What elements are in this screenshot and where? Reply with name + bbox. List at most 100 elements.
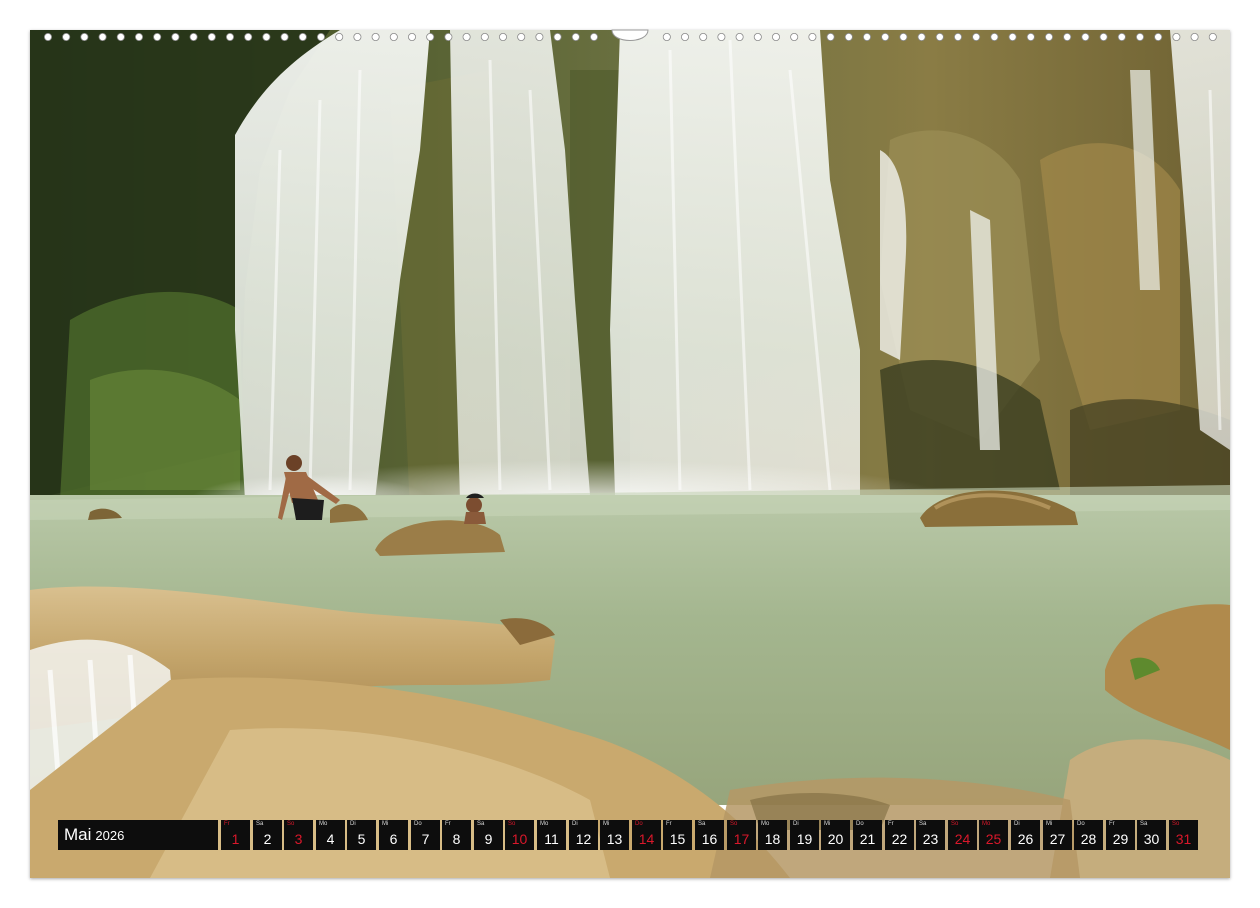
day-cell: Fr 1 <box>221 820 250 850</box>
binding-hole <box>735 33 744 42</box>
weekday-label: Di <box>1014 821 1020 827</box>
binding-hole <box>153 33 162 42</box>
waterfall-photo <box>30 30 1230 878</box>
day-number: 14 <box>638 831 655 847</box>
day-number: 29 <box>1112 831 1129 847</box>
binding-hole <box>280 33 289 42</box>
day-number: 19 <box>796 831 813 847</box>
weekday-label: Mo <box>982 821 991 827</box>
day-cell: Mo 25 <box>979 820 1008 850</box>
weekday-label: Fr <box>1109 821 1115 827</box>
binding-hole <box>571 33 580 42</box>
binding-hole <box>1045 33 1054 42</box>
day-number: 10 <box>511 831 528 847</box>
day-cell: Mo 18 <box>758 820 787 850</box>
binding-hole <box>772 33 781 42</box>
weekday-label: So <box>730 821 738 827</box>
binding-hole <box>863 33 872 42</box>
weekday-label: Mi <box>824 821 831 827</box>
binding-hole <box>972 33 981 42</box>
weekday-label: Do <box>414 821 422 827</box>
binding-hole <box>844 33 853 42</box>
binding-hole <box>426 33 435 42</box>
weekday-label: Sa <box>256 821 264 827</box>
binding-hole <box>1117 33 1126 42</box>
day-cell: Di 26 <box>1011 820 1040 850</box>
binding-hole <box>62 33 71 42</box>
binding-hole <box>371 33 380 42</box>
day-cell: Do 28 <box>1074 820 1103 850</box>
binding-hole <box>1190 33 1199 42</box>
binding-hole <box>335 33 344 42</box>
binding-hole <box>189 33 198 42</box>
binding-hole <box>717 33 726 42</box>
day-cell: Mi 13 <box>600 820 629 850</box>
binding-hole <box>80 33 89 42</box>
weekday-label: Sa <box>698 821 706 827</box>
binding-hole <box>935 33 944 42</box>
weekday-label: Fr <box>888 821 894 827</box>
binding-hole <box>498 33 507 42</box>
month-label: Mai 2026 <box>58 820 218 850</box>
weekday-label: Fr <box>224 821 230 827</box>
weekday-label: Mi <box>603 821 610 827</box>
day-number: 1 <box>231 831 240 847</box>
binding-hole <box>225 33 234 42</box>
binding-hole <box>681 33 690 42</box>
hanger-notch <box>611 29 649 41</box>
weekday-label: Di <box>572 821 578 827</box>
weekday-label: So <box>508 821 516 827</box>
day-number: 15 <box>669 831 686 847</box>
binding-hole <box>1172 33 1181 42</box>
binding-hole <box>553 33 562 42</box>
weekday-label: Sa <box>1140 821 1148 827</box>
binding-hole <box>316 33 325 42</box>
day-cell: Mi 20 <box>821 820 850 850</box>
binding-hole <box>1081 33 1090 42</box>
day-cell: Di 19 <box>790 820 819 850</box>
day-number: 2 <box>263 831 272 847</box>
day-cell: Sa 23 <box>916 820 945 850</box>
month-year: 2026 <box>95 828 125 843</box>
day-number: 13 <box>606 831 623 847</box>
day-number: 26 <box>1017 831 1034 847</box>
day-number: 3 <box>294 831 303 847</box>
day-number: 7 <box>421 831 430 847</box>
day-cell: Do 14 <box>632 820 661 850</box>
day-cell: Mo 11 <box>537 820 566 850</box>
binding-hole <box>262 33 271 42</box>
day-cell: Sa 16 <box>695 820 724 850</box>
binding-hole <box>480 33 489 42</box>
weekday-label: Fr <box>445 821 451 827</box>
day-cell: So 3 <box>284 820 313 850</box>
weekday-label: Mi <box>382 821 389 827</box>
day-number: 25 <box>985 831 1002 847</box>
day-number: 9 <box>484 831 493 847</box>
binding-hole <box>44 33 53 42</box>
day-cell: Fr 29 <box>1106 820 1135 850</box>
binding-hole <box>954 33 963 42</box>
day-cell: Mo 4 <box>316 820 345 850</box>
calendar-page <box>30 30 1230 878</box>
day-number: 18 <box>764 831 781 847</box>
day-cell: So 31 <box>1169 820 1198 850</box>
binding-hole <box>517 33 526 42</box>
weekday-label: Do <box>1077 821 1085 827</box>
binding-hole <box>990 33 999 42</box>
binding-hole <box>753 33 762 42</box>
day-cell: Sa 30 <box>1137 820 1166 850</box>
weekday-label: Mo <box>761 821 770 827</box>
binding-hole <box>1208 33 1217 42</box>
day-number: 20 <box>827 831 844 847</box>
day-cell: So 24 <box>948 820 977 850</box>
day-number: 16 <box>701 831 718 847</box>
binding-hole <box>389 33 398 42</box>
binding-hole <box>116 33 125 42</box>
day-cell: Di 5 <box>347 820 376 850</box>
binding-hole <box>134 33 143 42</box>
day-number: 21 <box>859 831 876 847</box>
weekday-label: Sa <box>477 821 485 827</box>
day-number: 30 <box>1143 831 1160 847</box>
binding-hole <box>662 33 671 42</box>
day-number: 11 <box>544 831 559 847</box>
